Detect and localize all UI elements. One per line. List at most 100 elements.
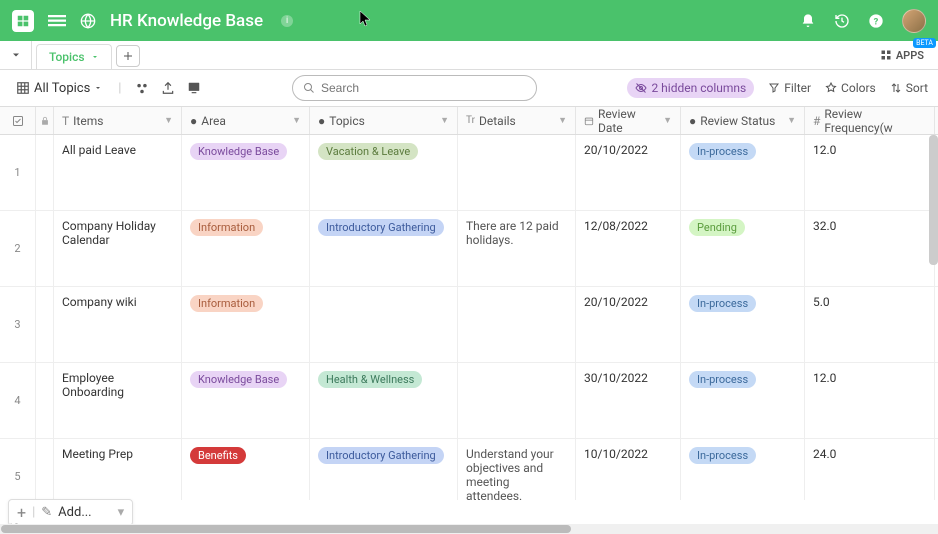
add-row-button[interactable]: + | ✎ Add... ▾ <box>8 499 133 526</box>
cell-area[interactable]: Information <box>182 287 310 362</box>
cell-items[interactable]: Company Holiday Calendar <box>54 211 182 286</box>
cell-frequency[interactable]: 12.0 <box>805 135 935 210</box>
cell-frequency[interactable]: 5.0 <box>805 287 935 362</box>
cell-frequency[interactable]: 32.0 <box>805 211 935 286</box>
col-items[interactable]: TItems▼ <box>54 107 182 134</box>
status-tag: In-process <box>689 143 756 160</box>
cell-items[interactable]: Company wiki <box>54 287 182 362</box>
sort-button[interactable]: Sort <box>890 81 928 95</box>
cell-review-date[interactable]: 20/10/2022 <box>576 135 681 210</box>
cell-status[interactable]: In-process <box>681 287 805 362</box>
col-review-status[interactable]: ●Review Status▼ <box>681 107 805 134</box>
cell-topics[interactable]: Vacation & Leave <box>310 135 458 210</box>
share-icon[interactable] <box>135 81 149 95</box>
cell-review-date[interactable]: 12/08/2022 <box>576 211 681 286</box>
plus-icon <box>122 50 134 62</box>
row-number: 2 <box>0 211 36 286</box>
cell-frequency[interactable]: 12.0 <box>805 363 935 438</box>
cell-area[interactable]: Knowledge Base <box>182 363 310 438</box>
hidden-columns-button[interactable]: 2 hidden columns <box>627 78 754 98</box>
view-selector[interactable]: All Topics <box>10 78 108 99</box>
search-box[interactable] <box>292 75 537 101</box>
cell-items[interactable]: Employee Onboarding <box>54 363 182 438</box>
cell-details[interactable] <box>458 287 576 362</box>
chevron-down-icon: ▼ <box>663 115 672 126</box>
scrollbar-thumb[interactable] <box>1 525 571 533</box>
col-lock[interactable] <box>36 107 54 134</box>
cell-details[interactable] <box>458 363 576 438</box>
table-row[interactable]: 5 Meeting PrepBenefitsIntroductory Gather… <box>0 439 938 500</box>
cell-topics[interactable]: Introductory Gathering <box>310 439 458 500</box>
cell-review-date[interactable]: 20/10/2022 <box>576 287 681 362</box>
horizontal-scrollbar[interactable] <box>0 524 938 534</box>
hidden-columns-label: 2 hidden columns <box>651 81 746 95</box>
cell-details[interactable]: Understand your objectives and meeting a… <box>458 439 576 500</box>
app-logo[interactable] <box>12 10 34 32</box>
header-left: HR Knowledge Base i <box>12 10 293 32</box>
cell-review-date[interactable]: 10/10/2022 <box>576 439 681 500</box>
user-avatar[interactable] <box>902 9 926 33</box>
col-review-frequency[interactable]: #Review Frequency(w <box>805 107 935 134</box>
add-tab-button[interactable] <box>116 45 140 67</box>
info-icon[interactable]: i <box>281 15 293 27</box>
cell-area[interactable]: Information <box>182 211 310 286</box>
globe-icon[interactable] <box>80 13 96 29</box>
tab-topics[interactable]: Topics <box>36 44 112 69</box>
history-icon[interactable] <box>834 13 850 29</box>
beta-badge: BETA <box>913 38 936 48</box>
col-details[interactable]: TrDetails▼ <box>458 107 576 134</box>
filter-button[interactable]: Filter <box>768 81 811 95</box>
table-row[interactable]: 2Company Holiday CalendarInformationIntr… <box>0 211 938 287</box>
vertical-scrollbar[interactable] <box>929 135 938 265</box>
export-icon[interactable] <box>161 81 175 95</box>
pencil-icon: ✎ <box>41 505 52 520</box>
text-type-icon: T <box>62 114 69 128</box>
cell-topics[interactable] <box>310 287 458 362</box>
row-number: 1 <box>0 135 36 210</box>
bell-icon[interactable] <box>800 13 816 29</box>
add-dropdown-icon: ▾ <box>118 505 125 520</box>
hamburger-icon[interactable] <box>48 12 66 30</box>
plus-icon: + <box>17 503 26 522</box>
tag-type-icon: ● <box>318 114 325 128</box>
row-number: 3 <box>0 287 36 362</box>
cell-items[interactable]: Meeting Prep <box>54 439 182 500</box>
sidebar-collapse-button[interactable] <box>0 41 32 69</box>
colors-label: Colors <box>841 81 876 95</box>
checkbox-icon <box>12 115 24 127</box>
cell-frequency[interactable]: 24.0 <box>805 439 935 500</box>
calendar-icon <box>584 116 594 126</box>
column-headers: TItems▼ ●Area▼ ●Topics▼ TrDetails▼ Revie… <box>0 107 938 135</box>
col-review-date[interactable]: Review Date▼ <box>576 107 681 134</box>
data-rows: 1All paid LeaveKnowledge BaseVacation & … <box>0 135 938 500</box>
area-tag: Knowledge Base <box>190 371 287 388</box>
cell-details[interactable] <box>458 135 576 210</box>
cell-status[interactable]: In-process <box>681 439 805 500</box>
col-area[interactable]: ●Area▼ <box>182 107 310 134</box>
cell-details[interactable]: There are 12 paid holidays. <box>458 211 576 286</box>
row-number: 5 <box>0 439 36 500</box>
cell-status[interactable]: Pending <box>681 211 805 286</box>
col-topics[interactable]: ●Topics▼ <box>310 107 458 134</box>
cell-area[interactable]: Benefits <box>182 439 310 500</box>
table-row[interactable]: 3Company wikiInformation 20/10/2022In-pro… <box>0 287 938 363</box>
view-label: All Topics <box>34 81 90 96</box>
search-icon <box>303 82 315 94</box>
cell-items[interactable]: All paid Leave <box>54 135 182 210</box>
col-checkbox[interactable] <box>0 107 36 134</box>
cell-topics[interactable]: Introductory Gathering <box>310 211 458 286</box>
toolbar-icons <box>135 81 201 95</box>
cell-topics[interactable]: Health & Wellness <box>310 363 458 438</box>
footer-bar: + | ✎ Add... ▾ <box>0 500 938 524</box>
cell-status[interactable]: In-process <box>681 363 805 438</box>
table-row[interactable]: 1All paid LeaveKnowledge BaseVacation & … <box>0 135 938 211</box>
cell-area[interactable]: Knowledge Base <box>182 135 310 210</box>
layout-icon[interactable] <box>187 81 201 95</box>
colors-button[interactable]: Colors <box>825 81 876 95</box>
table-row[interactable]: 4Employee OnboardingKnowledge BaseHealth… <box>0 363 938 439</box>
cell-status[interactable]: In-process <box>681 135 805 210</box>
cell-review-date[interactable]: 30/10/2022 <box>576 363 681 438</box>
search-input[interactable] <box>321 81 526 95</box>
help-icon[interactable]: ? <box>868 13 884 29</box>
chevron-down-icon: ▼ <box>787 115 796 126</box>
